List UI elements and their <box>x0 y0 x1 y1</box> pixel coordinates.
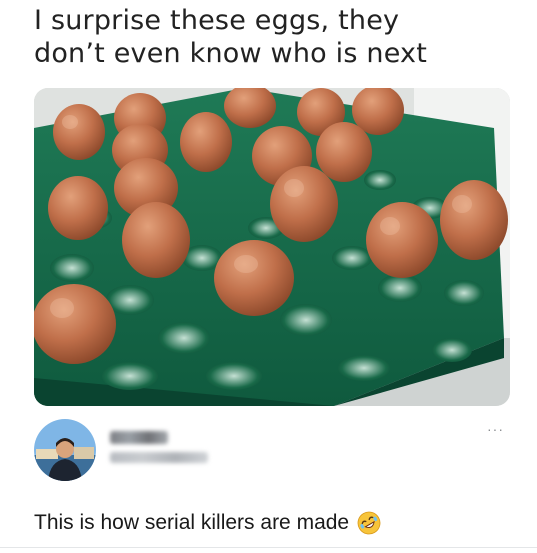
tweet-text: This is how serial killers are made <box>34 511 350 534</box>
author-handle-redacted <box>110 452 208 463</box>
rolling-on-floor-laughing-emoji-icon <box>357 511 381 535</box>
meme-caption: I surprise these eggs, they don’t even k… <box>34 4 514 70</box>
author-name-redacted <box>110 431 168 444</box>
egg-tray-photo <box>34 88 510 406</box>
caption-text: I surprise these eggs, they don’t even k… <box>34 5 428 69</box>
egg-tray-image <box>34 88 510 406</box>
tweet-author-row: ··· <box>34 419 510 483</box>
tweet-body: This is how serial killers are made <box>34 511 381 535</box>
divider <box>0 547 537 548</box>
avatar[interactable] <box>34 419 96 481</box>
avatar-image <box>34 419 96 481</box>
more-options-icon[interactable]: ··· <box>487 421 504 437</box>
